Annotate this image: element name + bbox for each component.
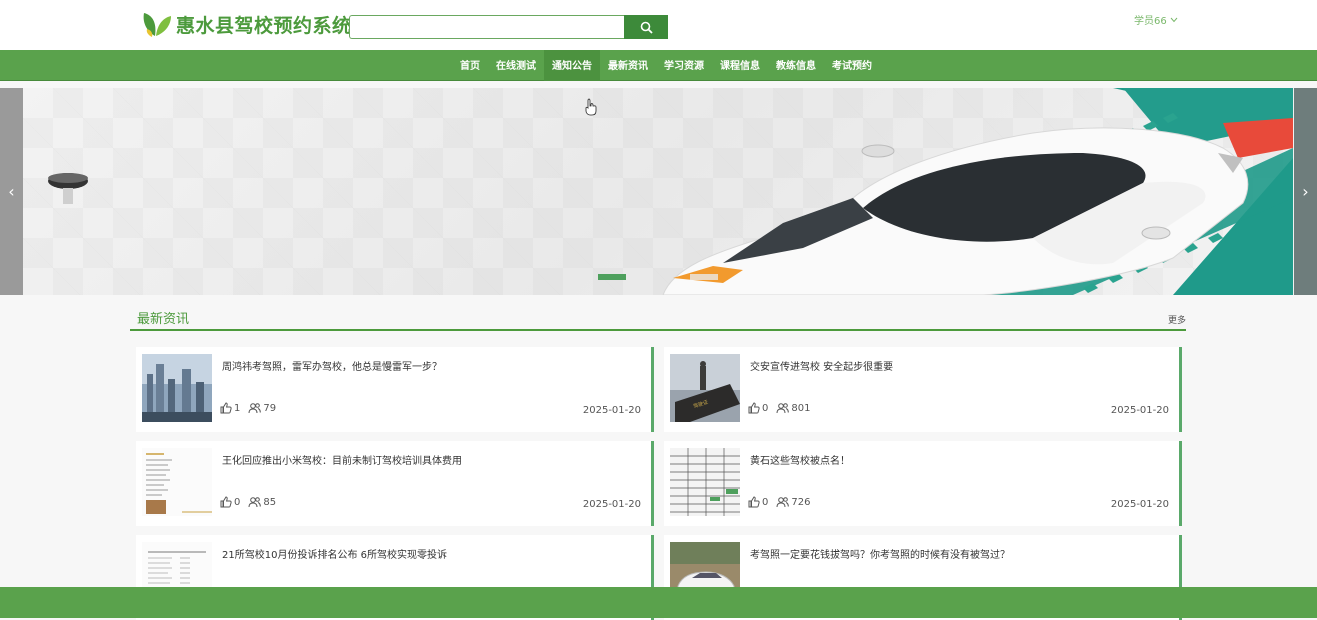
banner-car-image bbox=[48, 88, 1293, 295]
news-stats: 0 726 bbox=[748, 496, 818, 508]
like-count: 0 bbox=[234, 496, 241, 508]
view-count: 85 bbox=[263, 496, 277, 508]
main-nav: 首页 在线测试 通知公告 最新资讯 学习资源 课程信息 教练信息 考试预约 bbox=[0, 50, 1317, 81]
news-card[interactable]: 黄石这些驾校被点名！ 0 726 2025-01-20 bbox=[664, 441, 1182, 526]
carousel-prev-button[interactable]: ‹ bbox=[0, 88, 23, 295]
view-count: 801 bbox=[791, 402, 811, 414]
more-link[interactable]: 更多 bbox=[1168, 313, 1186, 326]
nav-resources[interactable]: 学习资源 bbox=[656, 50, 712, 81]
news-card[interactable]: 周鸿祎考驾照，雷军办驾校，他总是慢雷军一步？ 1 79 2025-01-20 bbox=[136, 347, 654, 432]
user-menu[interactable]: 学员66 bbox=[1134, 12, 1178, 27]
footer-bar bbox=[0, 587, 1317, 618]
search-bar bbox=[349, 15, 668, 39]
news-section: 最新资讯 更多 bbox=[130, 304, 1186, 331]
news-title: 黄石这些驾校被点名！ bbox=[750, 456, 850, 467]
chevron-down-icon bbox=[1170, 17, 1178, 22]
users-icon bbox=[776, 403, 790, 414]
view-count: 726 bbox=[791, 496, 811, 508]
hand-cursor-icon bbox=[585, 98, 597, 116]
news-section-title: 最新资讯 bbox=[137, 312, 190, 327]
thumbs-up-icon[interactable] bbox=[748, 402, 760, 414]
search-button[interactable] bbox=[624, 15, 668, 39]
users-icon bbox=[776, 497, 790, 508]
news-title: 王化回应推出小米驾校：目前未制订驾校培训具体费用 bbox=[222, 456, 462, 467]
chevron-right-icon: › bbox=[1302, 182, 1309, 201]
nav-courses[interactable]: 课程信息 bbox=[712, 50, 768, 81]
thumbs-up-icon[interactable] bbox=[220, 402, 232, 414]
users-icon bbox=[248, 497, 262, 508]
news-section-header: 最新资讯 更多 bbox=[130, 304, 1186, 331]
like-count: 0 bbox=[762, 496, 769, 508]
nav-notices[interactable]: 通知公告 bbox=[544, 50, 600, 81]
header: 惠水县驾校预约系统 学员66 bbox=[0, 0, 1317, 50]
leaf-logo-icon bbox=[143, 13, 171, 37]
like-count: 0 bbox=[762, 402, 769, 414]
search-input[interactable] bbox=[349, 15, 624, 39]
carousel-next-button[interactable]: › bbox=[1294, 88, 1317, 295]
nav-online-test[interactable]: 在线测试 bbox=[488, 50, 544, 81]
news-card[interactable]: 驾驶证 交安宣传进驾校 安全起步很重要 0 801 2025-01-20 bbox=[664, 347, 1182, 432]
news-date: 2025-01-20 bbox=[1110, 499, 1169, 510]
nav-news[interactable]: 最新资讯 bbox=[600, 50, 656, 81]
banner-carousel: ‹ › bbox=[0, 88, 1317, 295]
nav-coaches[interactable]: 教练信息 bbox=[768, 50, 824, 81]
news-thumbnail bbox=[670, 448, 740, 516]
news-thumbnail bbox=[142, 354, 212, 422]
nav-exam-booking[interactable]: 考试预约 bbox=[824, 50, 880, 81]
username: 学员66 bbox=[1134, 16, 1167, 27]
news-title: 考驾照一定要花钱拔驾吗？你考驾照的时候有没有被驾过？ bbox=[750, 550, 1010, 561]
like-count: 1 bbox=[234, 402, 241, 414]
thumbs-up-icon[interactable] bbox=[220, 496, 232, 508]
news-date: 2025-01-20 bbox=[582, 405, 641, 416]
news-stats: 0 85 bbox=[220, 496, 284, 508]
site-title: 惠水县驾校预约系统 bbox=[176, 14, 352, 37]
news-card[interactable]: 王化回应推出小米驾校：目前未制订驾校培训具体费用 0 85 2025-01-20 bbox=[136, 441, 654, 526]
search-icon bbox=[640, 21, 653, 34]
news-title: 21所驾校10月份投诉排名公布 6所驾校实现零投诉 bbox=[222, 550, 447, 561]
carousel-indicator[interactable] bbox=[690, 274, 718, 280]
news-date: 2025-01-20 bbox=[582, 499, 641, 510]
thumbs-up-icon[interactable] bbox=[748, 496, 760, 508]
nav-home[interactable]: 首页 bbox=[452, 50, 488, 81]
news-thumbnail bbox=[142, 448, 212, 516]
news-title: 周鸿祎考驾照，雷军办驾校，他总是慢雷军一步？ bbox=[222, 362, 442, 373]
news-stats: 0 801 bbox=[748, 402, 818, 414]
view-count: 79 bbox=[263, 402, 277, 414]
news-date: 2025-01-20 bbox=[1110, 405, 1169, 416]
carousel-indicator-active[interactable] bbox=[598, 274, 626, 280]
chevron-left-icon: ‹ bbox=[8, 182, 15, 201]
news-title: 交安宣传进驾校 安全起步很重要 bbox=[750, 362, 894, 373]
users-icon bbox=[248, 403, 262, 414]
news-stats: 1 79 bbox=[220, 402, 284, 414]
logo[interactable]: 惠水县驾校预约系统 bbox=[140, 9, 352, 39]
news-thumbnail: 驾驶证 bbox=[670, 354, 740, 422]
